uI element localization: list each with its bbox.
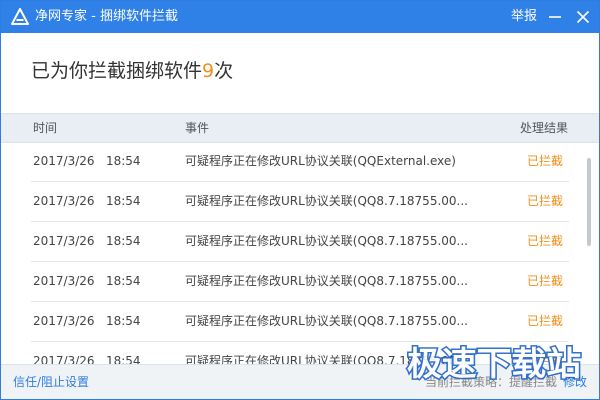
row-clock: 18:54 [105, 194, 141, 208]
block-summary: 已为你拦截捆绑软件9次 [31, 57, 233, 85]
site-watermark: 极速下载站 [406, 343, 583, 385]
row-date: 2017/3/26 [33, 314, 95, 328]
row-time: 2017/3/26 18:54 [33, 153, 141, 169]
row-clock: 18:54 [105, 354, 141, 364]
row-time: 2017/3/26 18:54 [33, 353, 141, 364]
summary-prefix: 已为你拦截捆绑软件 [31, 60, 203, 82]
app-window: 净网专家 - 捆绑软件拦截 举报 已为你拦截捆绑软件9次 时间 事件 处理结果 … [0, 0, 600, 400]
row-time: 2017/3/26 18:54 [33, 273, 141, 289]
window-title: 净网专家 - 捆绑软件拦截 [35, 9, 178, 24]
row-date: 2017/3/26 [33, 154, 95, 168]
close-icon[interactable] [575, 9, 591, 25]
row-clock: 18:54 [105, 234, 141, 248]
row-time: 2017/3/26 18:54 [33, 313, 141, 329]
scrollbar-thumb[interactable] [587, 158, 591, 246]
row-result: 已拦截 [527, 314, 564, 328]
row-result: 已拦截 [527, 194, 564, 208]
minimize-icon[interactable] [547, 9, 563, 25]
row-result: 已拦截 [527, 234, 564, 248]
row-clock: 18:54 [105, 154, 141, 168]
title-bar[interactable]: 净网专家 - 捆绑软件拦截 举报 [1, 1, 599, 33]
summary-suffix: 次 [214, 60, 234, 82]
row-event: 可疑程序正在修改URL协议关联(QQ8.7.18755.00... [185, 234, 468, 248]
table-row[interactable]: 2017/3/26 18:54 可疑程序正在修改URL协议关联(QQ8.7.18… [1, 182, 599, 222]
watermark-text: 极速下载站 [407, 344, 581, 383]
table-row[interactable]: 2017/3/26 18:54 可疑程序正在修改URL协议关联(QQ8.7.18… [1, 262, 599, 302]
table-row[interactable]: 2017/3/26 18:54 可疑程序正在修改URL协议关联(QQ8.7.18… [1, 222, 599, 262]
row-event: 可疑程序正在修改URL协议关联(QQ8.7.18755.00... [185, 314, 468, 328]
row-result: 已拦截 [527, 154, 564, 168]
row-date: 2017/3/26 [33, 354, 95, 364]
row-date: 2017/3/26 [33, 234, 95, 248]
event-list[interactable]: 2017/3/26 18:54 可疑程序正在修改URL协议关联(QQExtern… [1, 142, 599, 364]
trust-block-settings-link[interactable]: 信任/阻止设置 [13, 374, 89, 390]
column-header-time: 时间 [33, 121, 58, 135]
row-date: 2017/3/26 [33, 194, 95, 208]
column-header-result: 处理结果 [520, 121, 569, 135]
row-time: 2017/3/26 18:54 [33, 193, 141, 209]
row-clock: 18:54 [105, 274, 141, 288]
row-result: 已拦截 [527, 274, 564, 288]
table-header: 时间 事件 处理结果 [1, 113, 599, 143]
block-count: 9 [202, 60, 215, 82]
report-button[interactable]: 举报 [511, 8, 537, 26]
row-clock: 18:54 [105, 314, 141, 328]
table-row[interactable]: 2017/3/26 18:54 可疑程序正在修改URL协议关联(QQExtern… [1, 142, 599, 182]
scrollbar-track[interactable] [585, 142, 593, 364]
table-row[interactable]: 2017/3/26 18:54 可疑程序正在修改URL协议关联(QQ8.7.18… [1, 302, 599, 342]
app-logo-icon [11, 8, 29, 25]
row-event: 可疑程序正在修改URL协议关联(QQ8.7.18755.00... [185, 194, 468, 208]
row-date: 2017/3/26 [33, 274, 95, 288]
row-time: 2017/3/26 18:54 [33, 233, 141, 249]
row-event: 可疑程序正在修改URL协议关联(QQExternal.exe) [185, 154, 456, 168]
column-header-event: 事件 [185, 121, 210, 135]
row-event: 可疑程序正在修改URL协议关联(QQ8.7.18755.00... [185, 274, 468, 288]
